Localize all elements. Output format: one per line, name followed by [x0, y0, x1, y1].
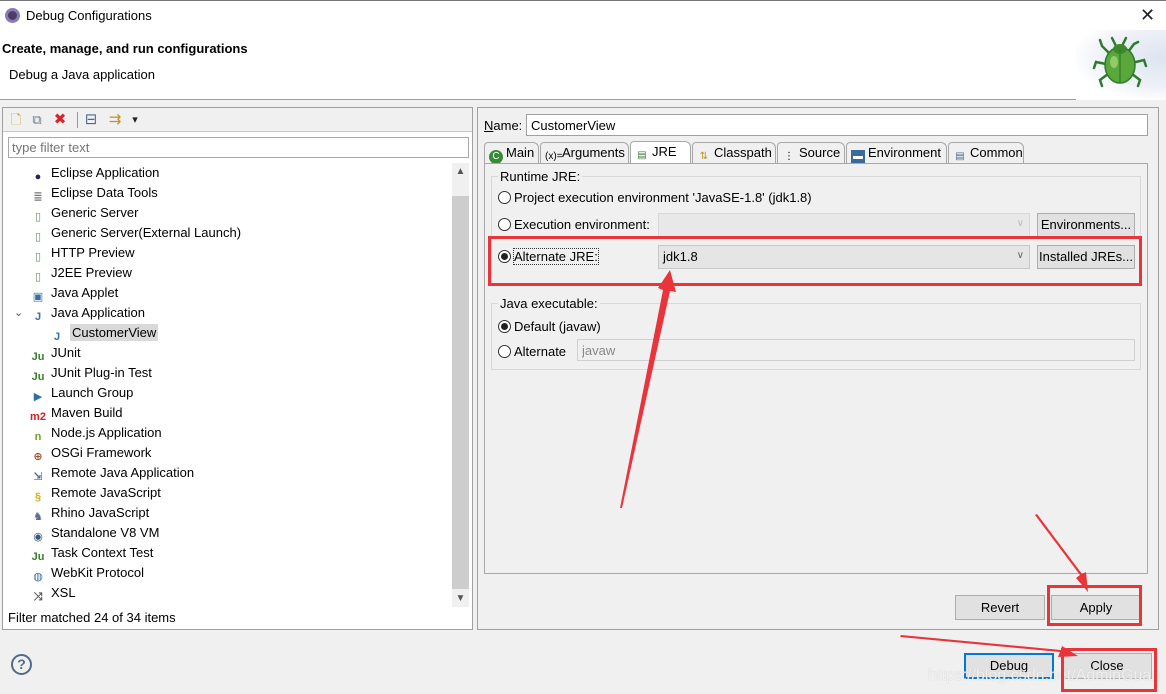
annotation-arrows: [620, 270, 1088, 657]
arrow-to-jre-combo: [620, 270, 676, 508]
arrow-to-apply: [1035, 514, 1088, 592]
arrow-to-close: [900, 635, 1078, 657]
